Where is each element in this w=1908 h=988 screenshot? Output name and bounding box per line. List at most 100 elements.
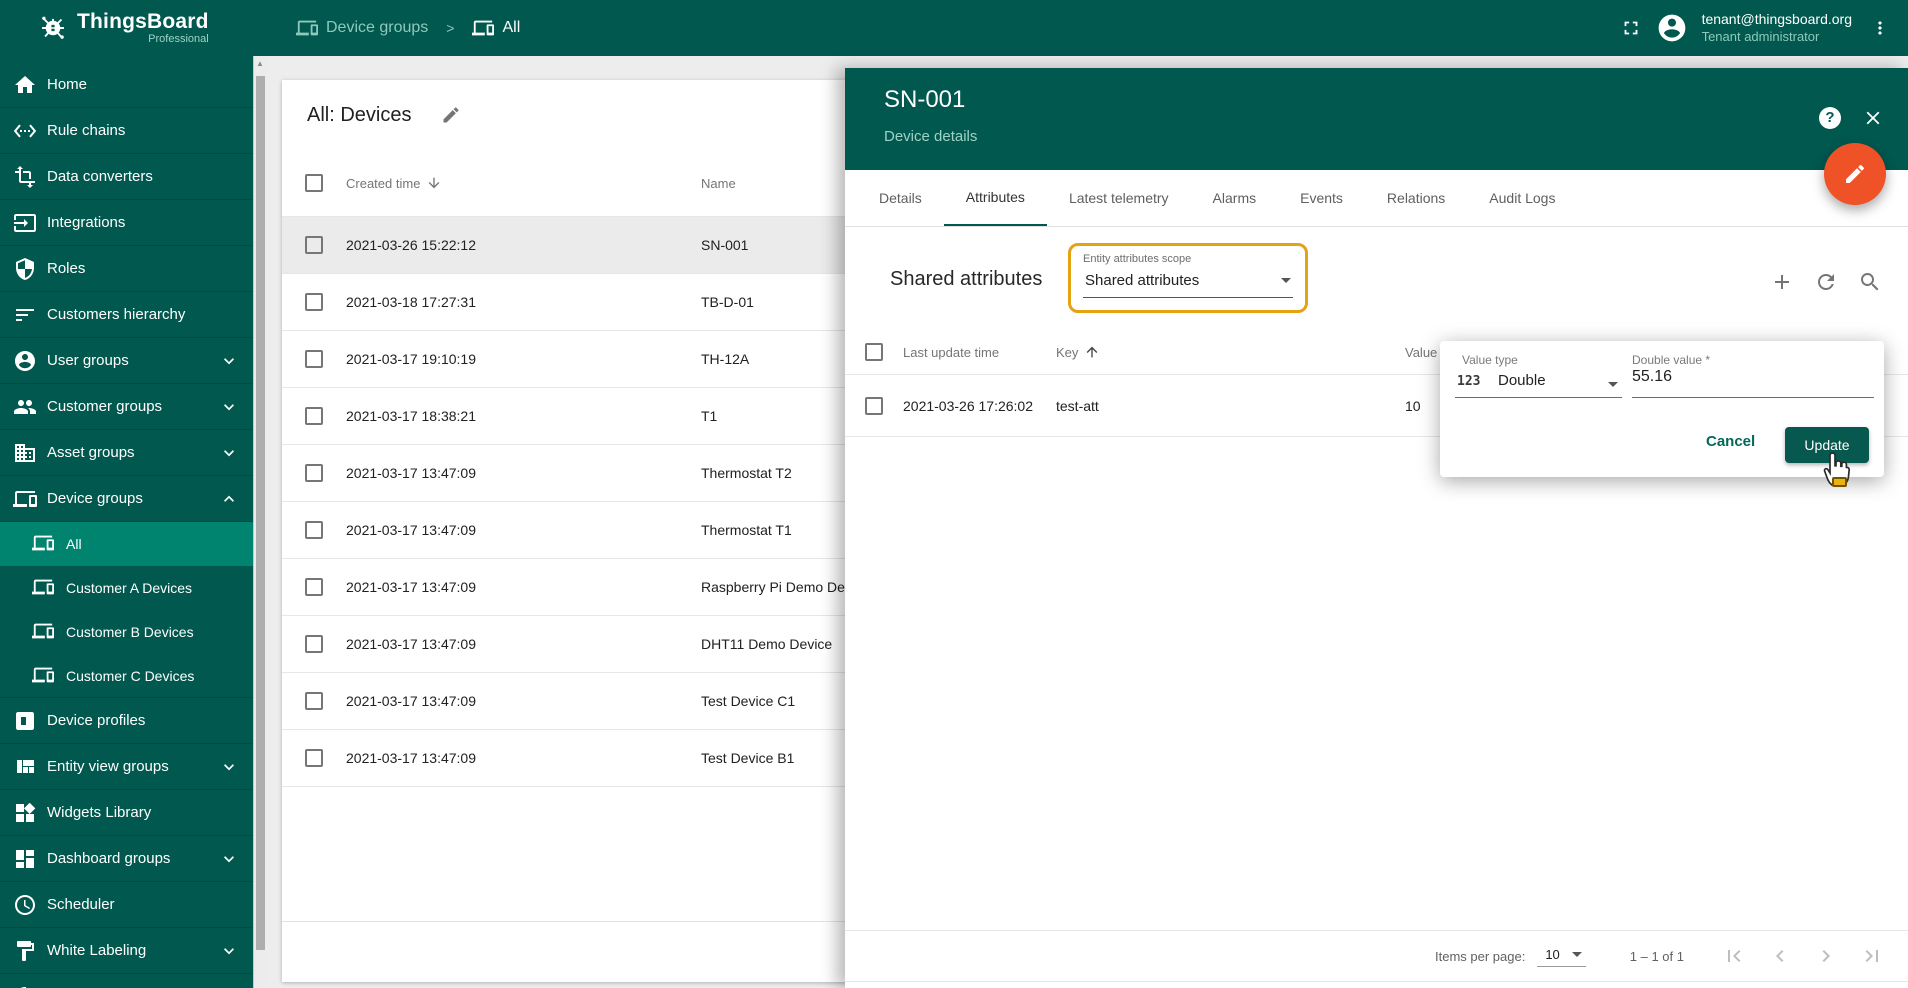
- tab-alarms[interactable]: Alarms: [1191, 170, 1279, 226]
- row-checkbox[interactable]: [305, 521, 323, 539]
- last-page-button[interactable]: [1860, 944, 1884, 968]
- table-row[interactable]: 2021-03-17 19:10:19 TH-12A: [282, 331, 862, 388]
- logo-title: ThingsBoard: [77, 10, 209, 33]
- column-header-key[interactable]: Key: [1056, 344, 1405, 360]
- created-time-cell: 2021-03-17 13:47:09: [346, 465, 476, 481]
- entity-attributes-scope-select[interactable]: Entity attributes scope Shared attribute…: [1068, 243, 1308, 313]
- table-row[interactable]: 2021-03-17 13:47:09 Test Device B1: [282, 730, 862, 787]
- sidebar-item-label: Home: [47, 76, 88, 93]
- device-name-cell: Test Device C1: [701, 693, 796, 709]
- sidebar-item-label: Scheduler: [47, 896, 115, 913]
- sidebar-item-scheduler[interactable]: Scheduler: [0, 882, 253, 928]
- row-checkbox[interactable]: [305, 749, 323, 767]
- column-header-name[interactable]: Name: [701, 176, 736, 191]
- help-icon[interactable]: ?: [1819, 107, 1841, 129]
- items-per-page-select[interactable]: 10: [1537, 945, 1586, 967]
- customer-groups-icon: [13, 395, 37, 419]
- first-page-button[interactable]: [1722, 944, 1746, 968]
- select-all-checkbox[interactable]: [865, 343, 883, 361]
- select-all-checkbox[interactable]: [305, 174, 323, 192]
- table-row[interactable]: 2021-03-17 13:47:09 Thermostat T2: [282, 445, 862, 502]
- more-menu-button[interactable]: [1870, 18, 1890, 38]
- tab-events[interactable]: Events: [1278, 170, 1365, 226]
- user-role: Tenant administrator: [1701, 28, 1820, 44]
- column-header-last-update[interactable]: Last update time: [903, 345, 1056, 360]
- update-button[interactable]: Update: [1785, 427, 1869, 463]
- sidebar-item-dashboard-groups[interactable]: Dashboard groups: [0, 836, 253, 882]
- tab-audit-logs[interactable]: Audit Logs: [1467, 170, 1577, 226]
- sidebar-item-customers-hierarchy[interactable]: Customers hierarchy: [0, 292, 253, 338]
- search-icon[interactable]: [1858, 270, 1882, 294]
- device-name-cell: TH-12A: [701, 351, 750, 367]
- sidebar-item-device-groups[interactable]: Device groups: [0, 476, 253, 522]
- sidebar-subitem-all[interactable]: All: [0, 522, 253, 566]
- sidebar-item-asset-groups[interactable]: Asset groups: [0, 430, 253, 476]
- sidebar-item-customer-groups[interactable]: Customer groups: [0, 384, 253, 430]
- table-row[interactable]: 2021-03-18 17:27:31 TB-D-01: [282, 274, 862, 331]
- table-row[interactable]: 2021-03-17 18:38:21 T1: [282, 388, 862, 445]
- next-page-button[interactable]: [1814, 944, 1838, 968]
- row-checkbox[interactable]: [305, 236, 323, 254]
- scrollbar-thumb[interactable]: [256, 76, 265, 950]
- row-checkbox[interactable]: [305, 464, 323, 482]
- row-checkbox[interactable]: [305, 350, 323, 368]
- tab-attributes[interactable]: Attributes: [943, 170, 1047, 226]
- sidebar-subitem-customer-c-devices[interactable]: Customer C Devices: [0, 654, 253, 698]
- cancel-button[interactable]: Cancel: [1706, 433, 1755, 450]
- refresh-button[interactable]: [1814, 270, 1838, 294]
- table-row[interactable]: 2021-03-17 13:47:09 DHT11 Demo Device: [282, 616, 862, 673]
- row-checkbox[interactable]: [305, 407, 323, 425]
- sidebar-item-user-groups[interactable]: User groups: [0, 338, 253, 384]
- sidebar-item-audit-logs[interactable]: Audit Logs: [0, 974, 253, 988]
- devices-icon: [472, 17, 495, 39]
- tab-details[interactable]: Details: [857, 170, 944, 226]
- table-row[interactable]: 2021-03-26 15:22:12 SN-001: [282, 217, 862, 274]
- sidebar-item-device-profiles[interactable]: Device profiles: [0, 698, 253, 744]
- row-checkbox[interactable]: [305, 692, 323, 710]
- sidebar-item-roles[interactable]: Roles: [0, 246, 253, 292]
- tab-latest-telemetry[interactable]: Latest telemetry: [1047, 170, 1191, 226]
- sidebar-scrollbar[interactable]: ▲: [253, 56, 266, 988]
- tab-relations[interactable]: Relations: [1365, 170, 1467, 226]
- add-attribute-button[interactable]: [1770, 270, 1794, 294]
- breadcrumb-all[interactable]: All: [472, 17, 520, 39]
- sidebar-item-label: Customer A Devices: [66, 580, 193, 596]
- breadcrumb-label: All: [502, 19, 521, 36]
- scrollbar-up-arrow-icon[interactable]: ▲: [254, 59, 266, 68]
- row-checkbox[interactable]: [305, 635, 323, 653]
- sidebar-item-rule-chains[interactable]: Rule chains: [0, 108, 253, 154]
- created-time-cell: 2021-03-17 18:38:21: [346, 408, 476, 424]
- table-row[interactable]: 2021-03-17 13:47:09 Test Device C1: [282, 673, 862, 730]
- sidebar-item-data-converters[interactable]: Data converters: [0, 154, 253, 200]
- sidebar-item-widgets-library[interactable]: Widgets Library: [0, 790, 253, 836]
- sidebar-item-home[interactable]: Home: [0, 62, 253, 108]
- sidebar-item-label: Customers hierarchy: [47, 306, 186, 323]
- sidebar-subitem-customer-a-devices[interactable]: Customer A Devices: [0, 566, 253, 610]
- table-row[interactable]: 2021-03-17 13:47:09 Raspberry Pi Demo De…: [282, 559, 870, 616]
- value-type-select[interactable]: Double: [1498, 372, 1546, 389]
- edit-title-button[interactable]: [441, 105, 461, 125]
- device-details-panel: SN-001 Device details ? Details Attribut…: [845, 68, 1908, 988]
- close-icon[interactable]: [1862, 107, 1884, 129]
- previous-page-button[interactable]: [1768, 944, 1792, 968]
- row-checkbox[interactable]: [865, 396, 883, 415]
- sidebar-subitem-customer-b-devices[interactable]: Customer B Devices: [0, 610, 253, 654]
- sidebar-item-integrations[interactable]: Integrations: [0, 200, 253, 246]
- sidebar-item-white-labeling[interactable]: White Labeling: [0, 928, 253, 974]
- rule-chains-icon: [13, 119, 37, 143]
- column-header-created-time[interactable]: Created time: [346, 175, 701, 191]
- sidebar-item-label: Asset groups: [47, 444, 135, 461]
- double-value-input[interactable]: [1632, 368, 1870, 386]
- sidebar-item-entity-view-groups[interactable]: Entity view groups: [0, 744, 253, 790]
- table-row[interactable]: 2021-03-17 13:47:09 Thermostat T1: [282, 502, 862, 559]
- logo[interactable]: ThingsBoard Professional: [0, 0, 253, 56]
- fullscreen-button[interactable]: [1620, 17, 1642, 39]
- row-checkbox[interactable]: [305, 293, 323, 311]
- row-checkbox[interactable]: [305, 578, 323, 596]
- breadcrumb-device-groups[interactable]: Device groups: [296, 17, 428, 39]
- user-avatar[interactable]: [1656, 12, 1688, 44]
- created-time-cell: 2021-03-26 15:22:12: [346, 237, 476, 253]
- last-update-cell: 2021-03-26 17:26:02: [903, 397, 1033, 414]
- panel-subtitle: Device details: [884, 128, 978, 145]
- edit-device-fab[interactable]: [1824, 143, 1886, 205]
